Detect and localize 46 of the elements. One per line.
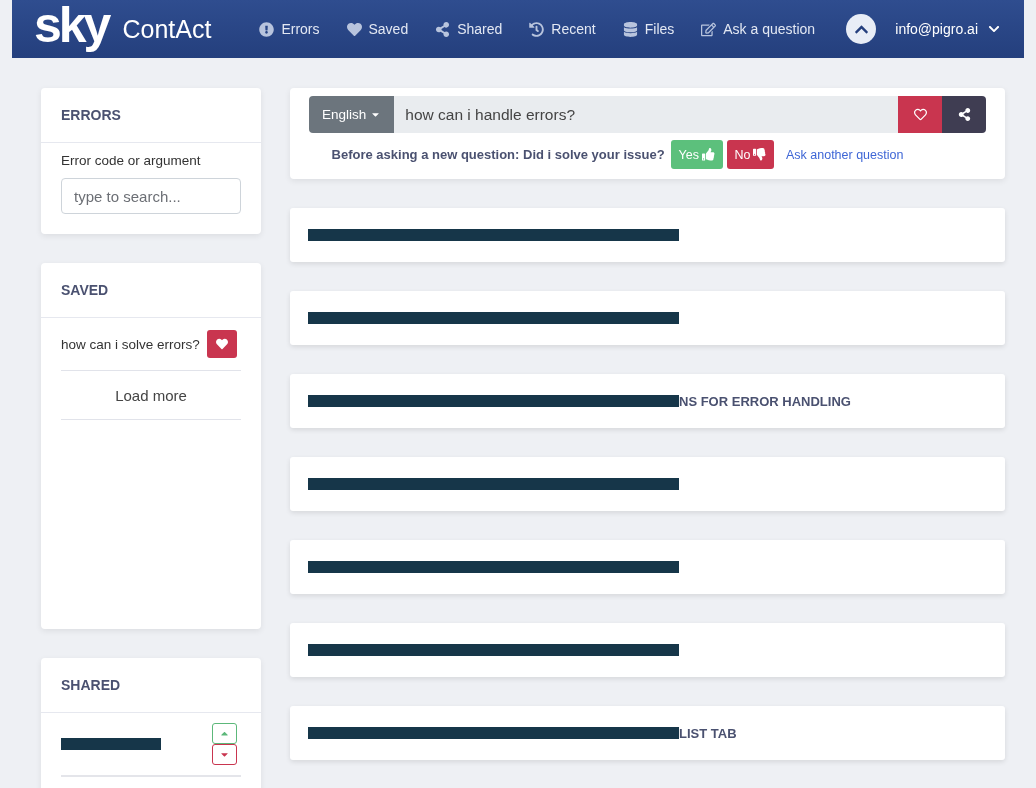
- field-label: Error code or argument: [61, 153, 202, 168]
- user-menu[interactable]: info@pigro.ai: [895, 21, 1000, 37]
- exclamation-icon: [259, 21, 275, 37]
- database-icon: [622, 21, 638, 37]
- load-more-button[interactable]: Load more: [61, 371, 241, 420]
- thumbs-up-icon: [702, 148, 715, 161]
- card-title: SAVED: [41, 263, 261, 318]
- result-card[interactable]: [290, 623, 1005, 677]
- nav-link[interactable]: Errors: [259, 21, 320, 37]
- card-title: SHARED: [41, 658, 261, 713]
- app-name: ContAct: [122, 14, 212, 44]
- history-icon: [529, 21, 545, 37]
- ask-another-link[interactable]: Ask another question: [786, 147, 904, 162]
- saved-question[interactable]: how can i solve errors?: [61, 336, 200, 352]
- heart-icon: [913, 108, 927, 121]
- result-card[interactable]: LIST TAB: [290, 706, 1005, 760]
- share-button[interactable]: [942, 96, 986, 133]
- result-card[interactable]: NS FOR ERROR HANDLING: [290, 374, 1005, 428]
- scroll-up-button[interactable]: [846, 14, 877, 44]
- nav-link[interactable]: Shared: [435, 21, 503, 37]
- nav-link[interactable]: Ask a question: [701, 21, 816, 37]
- result-card[interactable]: [290, 291, 1005, 345]
- no-button[interactable]: No: [726, 140, 774, 169]
- share-icon: [957, 108, 971, 121]
- thumbs-down-icon: [753, 148, 766, 161]
- heart-icon: [346, 21, 362, 37]
- chevron-down-icon: [988, 23, 1000, 35]
- result-card[interactable]: [290, 208, 1005, 262]
- downvote-button[interactable]: [212, 744, 237, 765]
- nav-link[interactable]: Saved: [346, 21, 409, 37]
- nav-link[interactable]: Files: [622, 21, 675, 37]
- result-title: LIST TAB: [679, 725, 737, 741]
- unsave-button[interactable]: [207, 330, 237, 358]
- logo[interactable]: sky: [34, 0, 109, 50]
- edit-icon: [701, 21, 717, 37]
- question-field[interactable]: how can i handle errors?: [394, 96, 898, 133]
- result-card[interactable]: [290, 540, 1005, 594]
- feedback-prompt: Before asking a new question: Did i solve your issue?: [331, 147, 665, 162]
- search-field[interactable]: type to search...: [61, 178, 241, 214]
- heart-icon: [216, 338, 228, 350]
- share-icon: [435, 21, 451, 37]
- card-title: ERRORS: [41, 88, 261, 143]
- result-title: NS FOR ERROR HANDLING: [679, 393, 851, 409]
- nav-link[interactable]: Recent: [529, 21, 596, 37]
- language-dropdown[interactable]: English: [309, 96, 395, 133]
- result-card[interactable]: [290, 457, 1005, 511]
